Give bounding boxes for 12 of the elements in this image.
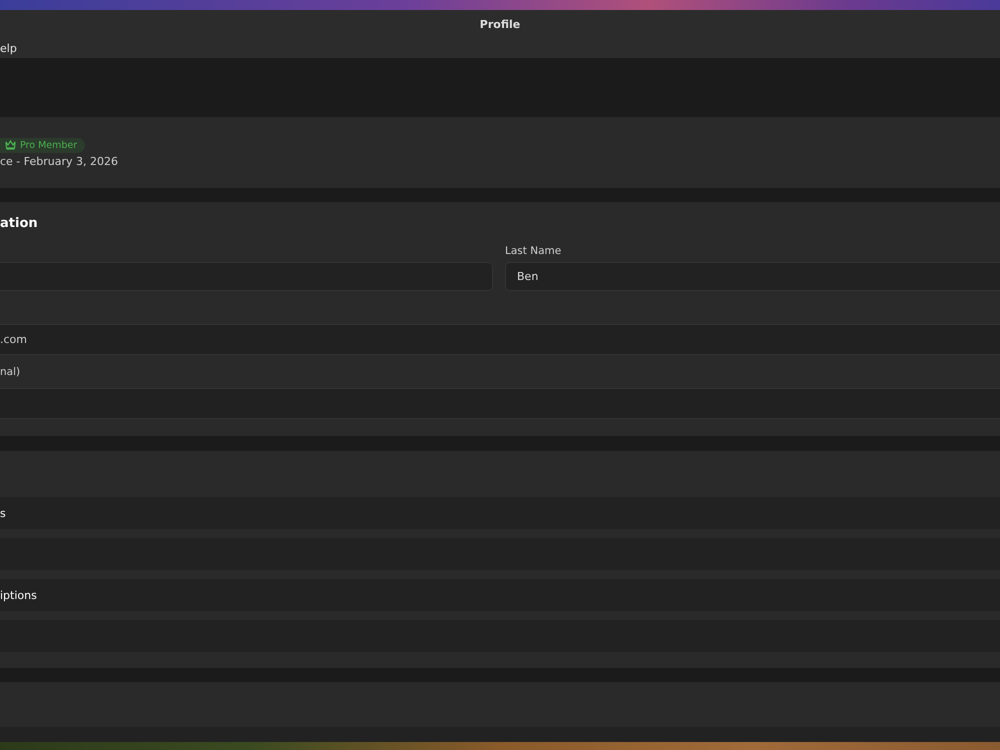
menu-item[interactable]: elp [0, 42, 17, 54]
field-label: Last Name [505, 245, 562, 257]
crown-icon [5, 140, 16, 150]
last-name-field[interactable]: Ben [505, 262, 1000, 291]
field-label: nal) [0, 366, 20, 378]
settings-row[interactable]: s [0, 497, 1000, 529]
email-field[interactable]: .com [0, 324, 1000, 355]
member-since-text: ce - February 3, 2026 [0, 154, 118, 168]
section-heading: ation [0, 215, 39, 233]
membership-badge: Pro Member [0, 138, 86, 152]
settings-row[interactable]: iptions [0, 579, 1000, 611]
window-title: Profile [480, 18, 520, 30]
